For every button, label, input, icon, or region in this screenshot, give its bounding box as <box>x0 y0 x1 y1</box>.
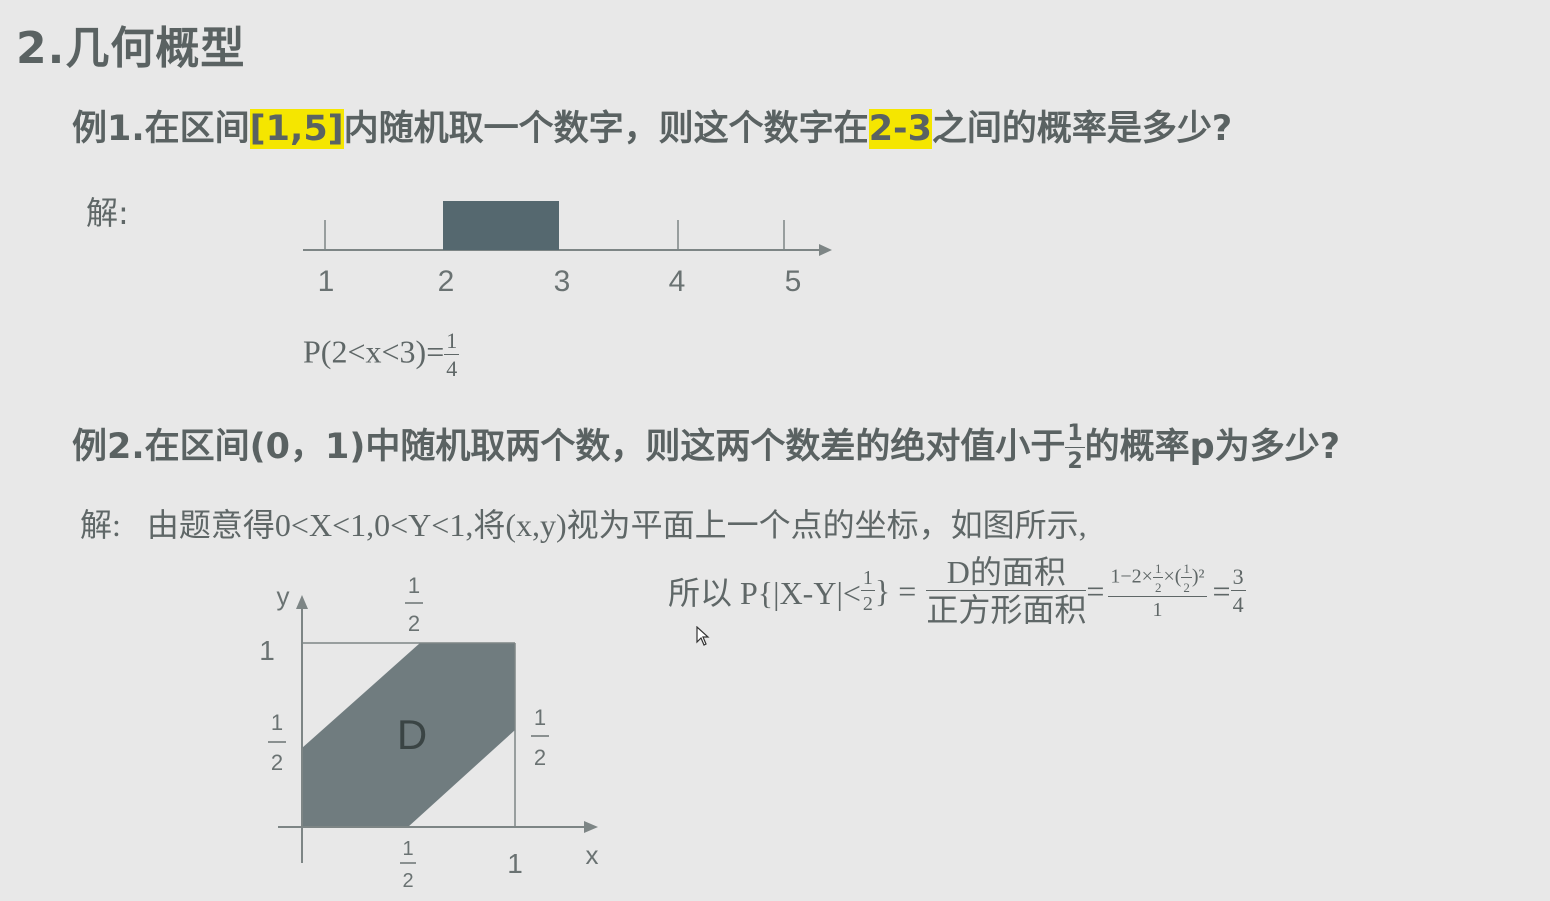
formula-calc-den: 1 <box>1152 599 1163 621</box>
example2-bound-den: 2 <box>1067 449 1083 474</box>
formula-eq2: = <box>1212 572 1231 609</box>
formula-calc-half-1-den: 2 <box>1154 580 1162 595</box>
x-one-label: 1 <box>507 848 523 879</box>
formula-prefix: 所以 P{|X-Y|< <box>668 575 861 611</box>
formula-calc-half-1-num: 1 <box>1152 561 1164 578</box>
example1-solution-label: 解: <box>86 194 129 232</box>
formula-calc-num: 1−2× 1 2 ×(1 2)² <box>1108 561 1207 597</box>
formula-calc-half-1: 12 <box>1152 561 1164 595</box>
example2-solution: 解: 由题意得0<X<1,0<Y<1,将(x,y)视为平面上一个点的坐标，如图所示… <box>80 500 1087 546</box>
number-line-arrow <box>819 244 832 256</box>
formula-calc-half-2-den: 2 <box>1183 580 1190 595</box>
tick-label-4: 4 <box>669 265 686 298</box>
example1-result-fraction: 14 <box>444 328 460 381</box>
formula-half-den: 2 <box>862 593 873 615</box>
example2-bound-num: 1 <box>1065 421 1085 448</box>
left-half-den: 2 <box>271 750 283 775</box>
y-axis-arrow <box>296 595 308 609</box>
top-half-den: 2 <box>408 611 420 636</box>
left-half-num: 1 <box>271 710 283 735</box>
example2-question: 例2.在区间(0，1)中随机取两个数，则这两个数差的绝对值小于 1 2 的概率p为多少… <box>72 418 1340 473</box>
formula-result-fraction: 34 <box>1230 564 1246 617</box>
bottom-half-den: 2 <box>402 870 413 892</box>
right-half-num: 1 <box>534 705 546 730</box>
x-axis-arrow <box>584 821 598 833</box>
example1-result-den: 4 <box>446 356 458 381</box>
formula-calc-fraction: 1−2× 1 2 ×(1 2)² 1 <box>1108 561 1207 621</box>
example2-formula: 所以 P{|X-Y|< 12 } = D的面积 正方形面积 = 1−2× 1 2 ×(1… <box>668 556 1246 626</box>
example2-solution-label: 解: <box>80 507 121 543</box>
formula-calc-num-c: )² <box>1191 565 1205 588</box>
tick-label-2: 2 <box>438 265 455 298</box>
number-line: 1 2 3 4 5 <box>303 201 832 298</box>
formula-result-num: 3 <box>1230 564 1246 591</box>
example1-text-a: 在区间 <box>144 109 250 149</box>
x-axis-label: x <box>586 840 599 870</box>
example1-text-c: 之间的概率是多少? <box>931 109 1233 149</box>
section-title: 2.几何概型 <box>16 23 246 74</box>
example2-label: 例2. <box>72 427 145 467</box>
example1-result: P(2<x<3)= 1 4 <box>303 328 460 381</box>
example2-text-b: 的概率p为多少? <box>1084 427 1341 467</box>
mouse-cursor-icon <box>696 626 710 646</box>
formula-calc-half-2-num: 1 <box>1181 561 1192 578</box>
formula-calc-num-b: ×( <box>1163 565 1182 588</box>
tick-label-1: 1 <box>318 265 335 298</box>
tick-label-3: 3 <box>554 265 571 298</box>
y-one-label: 1 <box>259 635 275 666</box>
example1-question: 例1.在区间[1,5]内随机取一个数字，则这个数字在2-3之间的概率是多少? <box>72 100 1232 151</box>
example2-bound-fraction: 12 <box>1065 421 1085 474</box>
example2-text-a: 在区间(0，1)中随机取两个数，则这两个数差的绝对值小于 <box>144 427 1066 467</box>
formula-half-num: 1 <box>860 567 875 591</box>
formula-close: } = <box>874 572 917 609</box>
region-d-label: D <box>397 711 427 758</box>
formula-area-fraction: D的面积 正方形面积 <box>926 556 1087 628</box>
example1-highlight-range: 2-3 <box>868 109 932 149</box>
bottom-half-num: 1 <box>402 838 413 860</box>
shaded-interval-bar <box>443 201 559 250</box>
example2-solution-text: 由题意得0<X<1,0<Y<1,将(x,y)视为平面上一个点的坐标，如图所示, <box>146 507 1087 543</box>
formula-calc-num-a: 1−2× <box>1110 565 1153 588</box>
example1-result-prefix: P(2<x<3)= <box>303 333 445 370</box>
example1-result-num: 1 <box>444 328 460 355</box>
example1-label: 例1. <box>72 109 145 149</box>
y-axis-label: y <box>277 581 290 611</box>
top-half-num: 1 <box>408 573 420 598</box>
right-half-den: 2 <box>534 745 546 770</box>
formula-area-num: D的面积 <box>926 556 1087 591</box>
tick-label-5: 5 <box>785 265 802 298</box>
formula-area-den: 正方形面积 <box>926 592 1087 628</box>
formula-eq1: = <box>1086 572 1105 609</box>
formula-result-den: 4 <box>1232 592 1244 617</box>
formula-calc-half-2: 12 <box>1181 562 1192 594</box>
example1-highlight-interval: [1,5] <box>249 109 344 149</box>
formula-half-fraction: 12 <box>860 567 875 615</box>
example1-text-b: 内随机取一个数字，则这个数字在 <box>343 109 869 149</box>
probability-region-graph: y x 1 1 D 1 2 1 2 1 2 1 2 <box>259 573 599 892</box>
